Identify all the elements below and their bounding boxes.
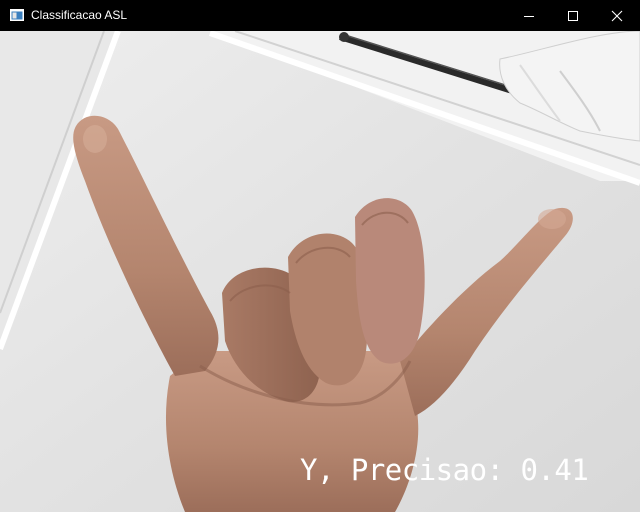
prediction-overlay-text: Y, Precisao: 0.41: [300, 453, 589, 487]
minimize-icon: [524, 15, 534, 17]
window-title: Classificacao ASL: [31, 8, 128, 22]
maximize-button[interactable]: [550, 0, 596, 31]
camera-frame-image: [0, 31, 640, 512]
app-window: Classificacao ASL Y, Precisao: 0.41: [0, 0, 640, 512]
minimize-button[interactable]: [506, 0, 552, 31]
title-bar[interactable]: Classificacao ASL: [0, 0, 640, 31]
close-button[interactable]: [594, 0, 640, 31]
close-icon: [611, 10, 623, 21]
app-window-icon: [10, 9, 24, 21]
camera-view: Y, Precisao: 0.41: [0, 31, 640, 512]
maximize-icon: [568, 10, 578, 21]
